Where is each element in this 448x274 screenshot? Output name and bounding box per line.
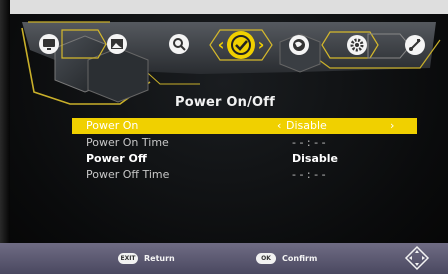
footer-bar (0, 243, 448, 274)
usb-icon[interactable] (404, 34, 426, 56)
tv-osd-screen: ‹ › Power On/Off Power On ‹ Disable › Po… (0, 0, 448, 274)
menu-item-label: Power Off Time (86, 168, 170, 181)
menu-item-value: - - : - - (292, 136, 326, 149)
search-icon[interactable] (168, 33, 190, 55)
menu-item-power-on[interactable]: Power On ‹ Disable › (72, 118, 417, 134)
menu-item-label: Power Off (86, 152, 147, 165)
confirm-button[interactable]: OK Confirm (256, 250, 317, 266)
gear-icon[interactable] (346, 34, 368, 56)
clock-check-icon[interactable] (226, 30, 256, 60)
exit-key-icon: EXIT (118, 252, 138, 264)
menu-item-power-off[interactable]: Power Off Disable (72, 151, 417, 167)
menu-item-power-on-time[interactable]: Power On Time - - : - - (72, 135, 417, 151)
page-title: Power On/Off (174, 95, 276, 110)
chevron-left-icon[interactable]: ‹ (277, 118, 281, 134)
screen-icon[interactable] (38, 33, 60, 55)
chevron-right-icon[interactable]: › (390, 118, 394, 134)
menu-item-label: Power On (86, 119, 139, 132)
return-button[interactable]: EXIT Return (118, 250, 175, 266)
return-label: Return (144, 253, 175, 263)
menu-item-label: Power On Time (86, 136, 169, 149)
menu-item-value: - - : - - (292, 168, 326, 181)
nav-right-arrow[interactable]: › (256, 35, 266, 54)
picture-icon[interactable] (106, 33, 128, 55)
menu-item-value: Disable (286, 119, 327, 132)
globe-icon[interactable] (288, 34, 310, 56)
menu-item-value: Disable (292, 152, 338, 165)
navigation-diamond-icon (404, 245, 430, 271)
nav-left-arrow[interactable]: ‹ (216, 35, 226, 54)
ok-key-icon: OK (256, 252, 276, 264)
menu-item-power-off-time[interactable]: Power Off Time - - : - - (72, 167, 417, 183)
confirm-label: Confirm (282, 253, 318, 263)
